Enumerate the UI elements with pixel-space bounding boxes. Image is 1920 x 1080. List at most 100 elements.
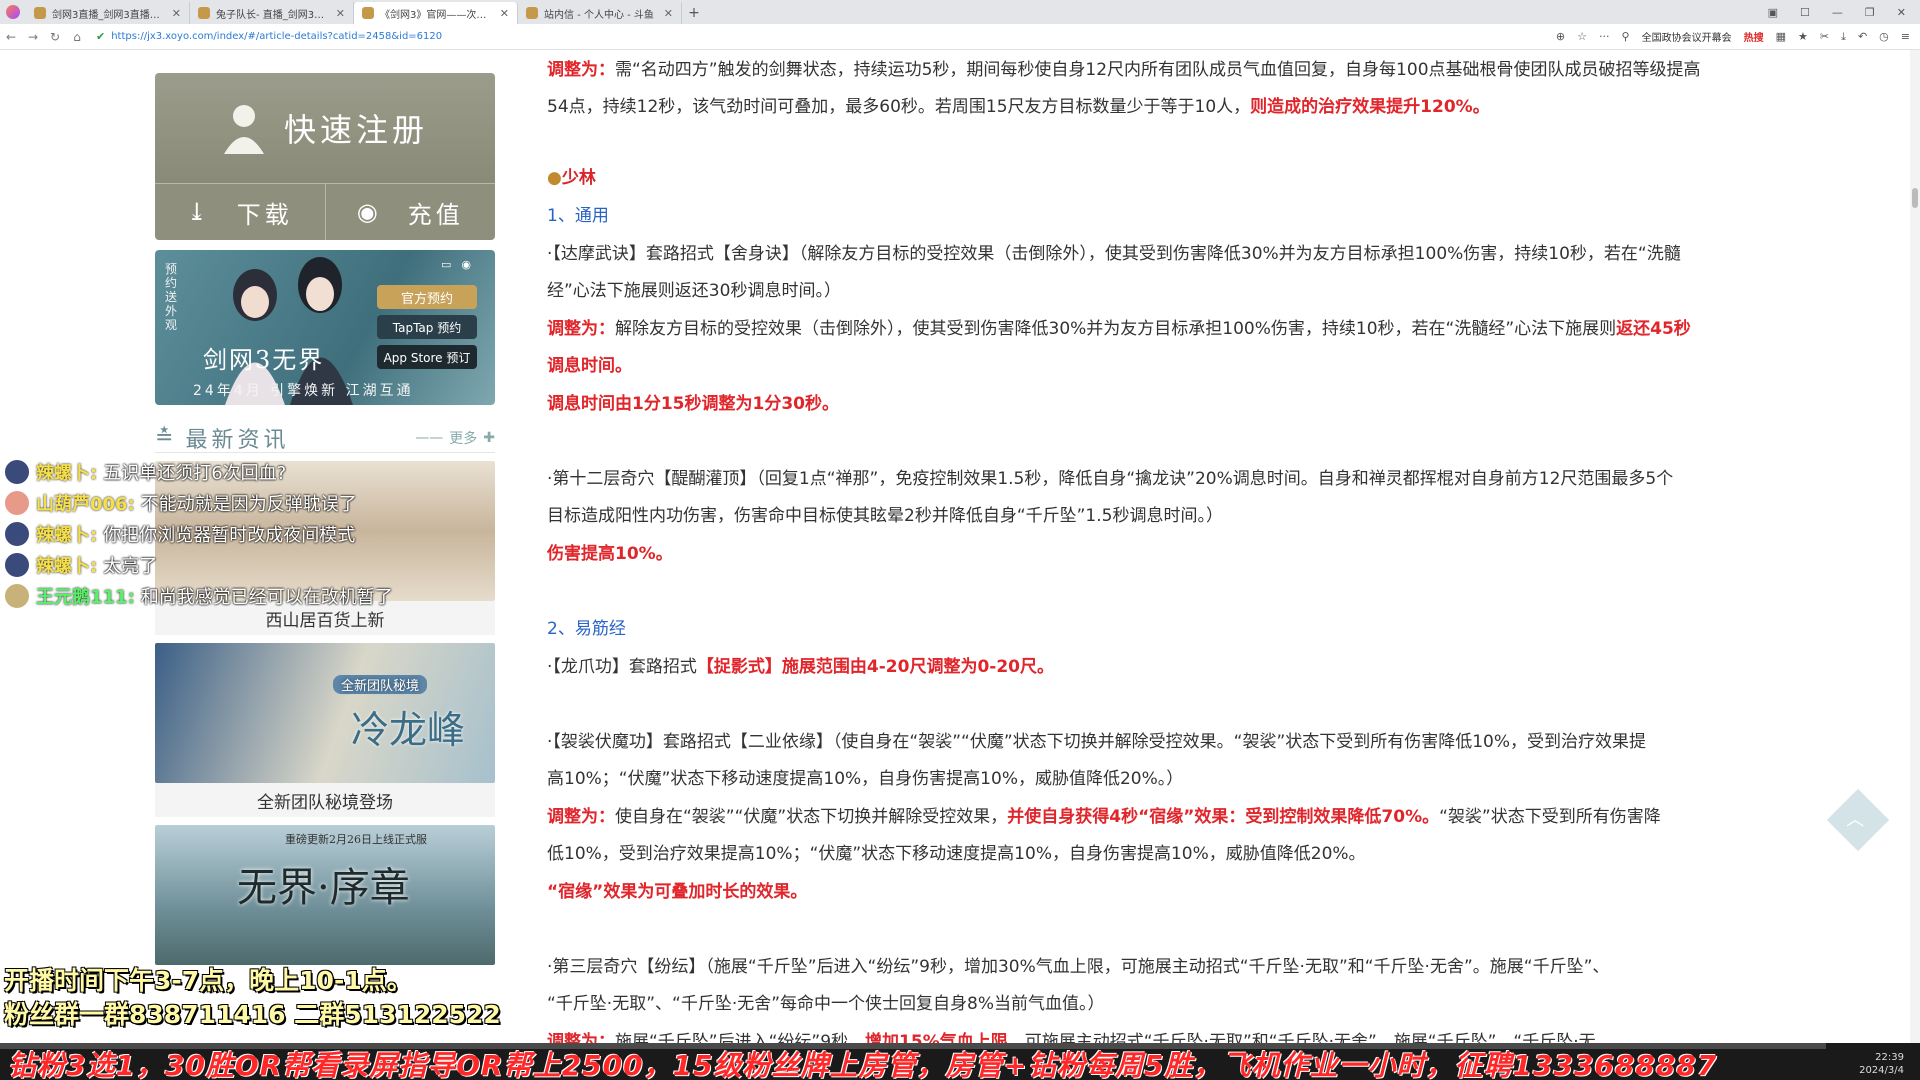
chat-text: 五识单还须打6次回血? [103, 462, 287, 484]
paragraph-line: 调整为：需“名动四方”触发的剑舞状态，持续运功5秒，期间每秒使自身12尺内所有团… [547, 52, 1701, 89]
notice-line-2: 粉丝群一群838711416 二群513122522 [4, 1000, 501, 1029]
text-span: ·【龙爪功】套路招式 [547, 657, 697, 677]
back-to-top-button[interactable]: ︿ [1826, 788, 1890, 852]
news-image-3-title: 无界·序章 [237, 865, 410, 911]
person-icon [222, 102, 266, 154]
avatar [4, 489, 30, 516]
favorites-icon[interactable]: ★ [1798, 30, 1808, 43]
text-span: 使自身在“袈裟”“伏魔”状态下切换并解除受控效果， [615, 807, 1008, 827]
zoom-icon[interactable]: ⊕ [1556, 30, 1565, 43]
tab-title: 站内信 - 个人中心 - 斗鱼 [544, 9, 654, 21]
recharge-button[interactable]: ◉ 充值 [324, 184, 496, 240]
new-tab-button[interactable]: + [682, 2, 706, 24]
maximize-icon[interactable]: ❐ [1865, 6, 1875, 19]
more-icon[interactable]: ··· [1599, 30, 1610, 43]
page-scrollbar[interactable] [1910, 50, 1920, 1080]
paragraph-line: ·【龙爪功】套路招式【捉影式】施展范围由4-20尺调整为0-20尺。 [547, 649, 1054, 686]
download-button[interactable]: ⤓ 下载 [155, 184, 325, 240]
subheading-1: 1、通用 [547, 206, 609, 226]
download-label: 下载 [236, 200, 293, 229]
download-arrow-icon: ⤓ [186, 198, 211, 226]
highlight-span: 【捉影式】施展范围由4-20尺调整为0-20尺。 [696, 657, 1054, 677]
section-heading: ●少林 [547, 160, 596, 197]
taptap-reserve-button[interactable]: TapTap 预约 [377, 315, 477, 339]
promo-banner[interactable]: 预约送外观 剑网3无界 24年4月 引擎焕新 江湖互通 ▭◉ 官方预约 TapT… [155, 250, 495, 405]
star-icon[interactable]: ☆ [1577, 30, 1587, 43]
browser-tab-4[interactable]: 站内信 - 个人中心 - 斗鱼 ✕ [518, 2, 682, 24]
more-line-icon: —— [415, 429, 444, 446]
tab-favicon-icon [198, 7, 210, 19]
minimize-icon[interactable]: — [1832, 6, 1843, 19]
tab-close-icon[interactable]: ✕ [336, 7, 345, 20]
home-icon[interactable]: ⌂ [66, 30, 88, 44]
download-icon[interactable]: ⤓ [1841, 30, 1846, 44]
avatar [4, 551, 30, 578]
coin-icon: ◉ [356, 198, 382, 226]
tab-title: 《剑网3》官网——次世代国 [380, 9, 494, 21]
tab-close-icon[interactable]: ✕ [664, 7, 673, 20]
reload-icon[interactable]: ↻ [44, 30, 66, 44]
tab-close-icon[interactable]: ✕ [500, 7, 509, 20]
chat-text: 和尚我感觉已经可以在改机暂了 [140, 586, 393, 608]
paragraph-line: 目标造成阳性内功伤害，伤害命中目标使其眩晕2秒并降低自身“千斤坠”1.5秒调息时… [547, 506, 1223, 526]
news-card-2[interactable]: 全新团队秘境 冷龙峰 全新团队秘境登场 [155, 643, 495, 817]
promo-bottom-text: 24年4月 引擎焕新 江湖互通 [193, 383, 414, 399]
stream-ticker: 钻粉3选1，30胜OR帮看录屏指导OR帮上2500，15级粉丝牌上房管，房管+钻… [0, 1043, 1920, 1080]
paragraph-line: 调息时间由1分15秒调整为1分30秒。 [547, 394, 839, 414]
chat-message: 王元鹅111: 和尚我感觉已经可以在改机暂了 [4, 580, 484, 611]
secure-shield-icon: ✔ [96, 30, 106, 43]
paragraph-line: 54点，持续12秒，该气劲时间可叠加，最多60秒。若周围15尺友方目标数量少于等… [547, 89, 1490, 126]
tab-favicon-icon [34, 7, 46, 19]
chat-message: 山葫芦006: 不能动就是因为反弹耽误了 [4, 487, 484, 518]
address-bar: ← → ↻ ⌂ ✔ https://jx3.xoyo.com/index/#/a… [0, 24, 1920, 50]
chat-message: 辣螺卜: 五识单还须打6次回血? [4, 456, 484, 487]
platform-icons: ▭◉ [441, 258, 481, 271]
tab-close-icon[interactable]: ✕ [172, 7, 181, 20]
tools-icon[interactable]: ✂ [1820, 30, 1829, 43]
browser-tab-3[interactable]: 《剑网3》官网——次世代国 ✕ [354, 2, 518, 24]
quick-register-button[interactable]: 快速注册 [155, 73, 495, 183]
system-clock: 22:39 2024/3/4 [1859, 1051, 1904, 1077]
search-icon[interactable]: ⚲ [1622, 30, 1630, 43]
url-field[interactable]: ✔ https://jx3.xoyo.com/index/#/article-d… [96, 30, 1556, 43]
notice-line-1: 开播时间下午3-7点，晚上10-1点。 [4, 966, 412, 995]
text-span: 需“名动四方”触发的剑舞状态，持续运功5秒，期间每秒使自身12尺内所有团队成员气… [615, 60, 1701, 80]
browser-logo-icon [0, 0, 26, 24]
chat-text: 你把你浏览器暂时改成夜间模式 [103, 524, 356, 546]
official-reserve-button[interactable]: 官方预约 [377, 285, 477, 309]
appstore-reserve-button[interactable]: App Store 预订 [377, 345, 477, 369]
browser-tab-2[interactable]: 兔子队长- 直播_剑网3直播_ ✕ [190, 2, 354, 24]
scrollbar-thumb[interactable] [1912, 188, 1918, 208]
back-icon[interactable]: ← [0, 30, 22, 44]
news-header: ≛ 最新资讯 —— 更多 ✚ [155, 423, 495, 453]
apps-grid-icon[interactable]: ▦ [1776, 30, 1786, 43]
undo-icon[interactable]: ↶ [1858, 30, 1867, 43]
history-icon[interactable]: ◷ [1879, 30, 1889, 43]
news-flag-icon: ≛ [155, 425, 178, 450]
avatar [4, 582, 30, 609]
news-title-text: 最新资讯 [185, 427, 290, 453]
text-span: “袈裟”状态下受到所有伤害降 [1439, 807, 1661, 827]
recharge-label: 充值 [407, 200, 464, 229]
adjust-label: 调整为： [547, 807, 615, 827]
tab-title: 剑网3直播_剑网3直播解说视 [52, 9, 166, 21]
search-hint[interactable]: 全国政协会议开幕会 [1642, 29, 1732, 44]
menu-icon[interactable]: ▣ [1768, 6, 1778, 19]
browser-tab-1[interactable]: 剑网3直播_剑网3直播解说视 ✕ [26, 2, 190, 24]
news-card-3[interactable]: 重磅更新2月26日上线正式服 无界·序章 [155, 825, 495, 965]
highlight-span: 则造成的治疗效果提升120%。 [1250, 97, 1490, 117]
paragraph-line: 伤害提高10%。 [547, 544, 673, 564]
paragraph-line: 高10%；“伏魔”状态下移动速度提高10%，自身伤害提高10%，威胁值降低20%… [547, 769, 1184, 789]
bookmark-window-icon[interactable]: ☐ [1800, 6, 1810, 19]
paragraph-line: 调息时间。 [547, 356, 632, 376]
news-more-link[interactable]: —— 更多 ✚ [415, 428, 495, 448]
paragraph-line: 经”心法下施展则返还30秒调息时间。） [547, 281, 841, 301]
quick-register-label: 快速注册 [283, 111, 428, 149]
paragraph-line: 调整为：使自身在“袈裟”“伏魔”状态下切换并解除受控效果，并使自身获得4秒“宿缘… [547, 799, 1661, 836]
close-window-icon[interactable]: ✕ [1897, 6, 1906, 19]
forward-icon[interactable]: → [22, 30, 44, 44]
chat-user: 辣螺卜: [36, 555, 98, 577]
browser-tab-bar: 剑网3直播_剑网3直播解说视 ✕ 兔子队长- 直播_剑网3直播_ ✕ 《剑网3》… [0, 0, 1920, 24]
avatar [4, 520, 30, 547]
menu-lines-icon[interactable]: ≡ [1901, 30, 1910, 43]
